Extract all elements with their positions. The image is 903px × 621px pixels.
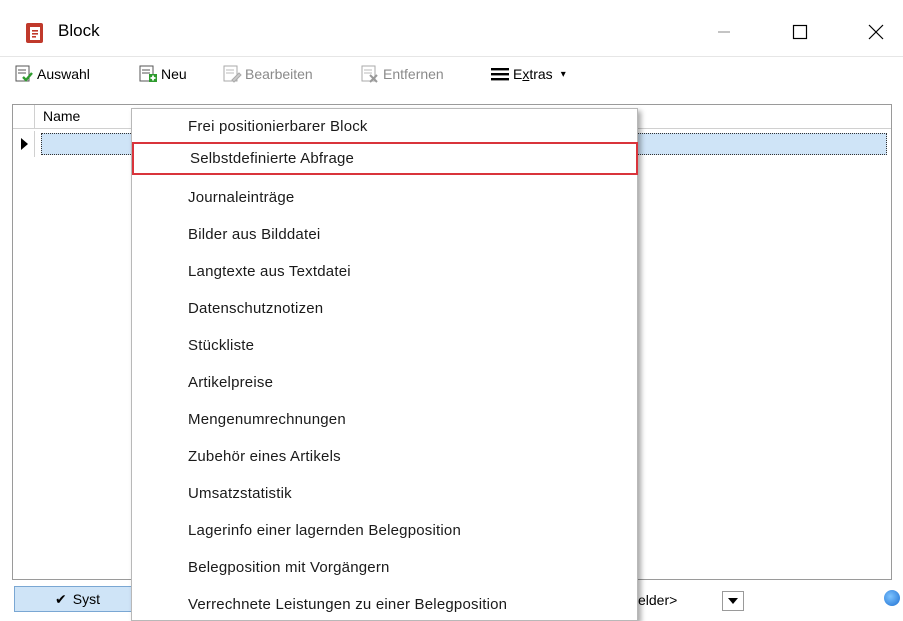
row-selector-header [13, 105, 35, 129]
menu-item-journaleintraege[interactable]: Journaleinträge [132, 181, 637, 214]
extras-menu-button[interactable]: Extras ▾ [490, 63, 566, 85]
auswahl-button[interactable]: Auswahl [14, 63, 90, 85]
menu-item-lagerinfo[interactable]: Lagerinfo einer lagernden Belegposition [132, 514, 637, 547]
menu-item-bilder-aus-bilddatei[interactable]: Bilder aus Bilddatei [132, 218, 637, 251]
block-app-icon [24, 22, 46, 44]
maximize-icon [792, 24, 808, 40]
row-indicator [13, 131, 35, 157]
window-title: Block [58, 21, 100, 40]
menu-item-langtexte-aus-textdatei[interactable]: Langtexte aus Textdatei [132, 255, 637, 288]
menu-item-verrechnete-leistungen[interactable]: Verrechnete Leistungen zu einer Belegpos… [132, 588, 637, 621]
system-filter-label: Syst [72, 591, 100, 607]
neu-label: Neu [161, 66, 187, 82]
bearbeiten-label: Bearbeiten [245, 66, 313, 82]
edit-icon [222, 64, 242, 84]
close-icon [868, 24, 884, 40]
delete-icon [360, 64, 380, 84]
select-check-icon [14, 64, 34, 84]
minimize-icon [718, 31, 730, 33]
current-row-arrow-icon [21, 138, 28, 150]
extras-label: Extras [513, 66, 553, 82]
title-bar: Block [0, 8, 903, 56]
felder-label: elder> [638, 592, 678, 608]
menu-item-selbstdefinierte-abfrage[interactable]: Selbstdefinierte Abfrage [132, 142, 638, 175]
entfernen-label: Entfernen [383, 66, 444, 82]
menu-item-frei-positionierbarer-block[interactable]: Frei positionierbarer Block [132, 110, 637, 143]
close-button[interactable] [848, 8, 903, 56]
hamburger-menu-icon [490, 64, 510, 84]
extras-dropdown-menu: Frei positionierbarer Block Selbstdefini… [131, 108, 638, 621]
menu-item-datenschutznotizen[interactable]: Datenschutznotizen [132, 292, 637, 325]
menu-item-zubehoer-eines-artikels[interactable]: Zubehör eines Artikels [132, 440, 637, 473]
menu-item-mengenumrechnungen[interactable]: Mengenumrechnungen [132, 403, 637, 436]
dropdown-arrow-icon [728, 598, 738, 604]
maximize-button[interactable] [772, 8, 828, 56]
auswahl-label: Auswahl [37, 66, 90, 82]
block-window: Block Auswahl Neu Bearbeiten Entfernen E… [0, 0, 903, 621]
menu-item-umsatzstatistik[interactable]: Umsatzstatistik [132, 477, 637, 510]
bearbeiten-button[interactable]: Bearbeiten [222, 63, 313, 85]
felder-dropdown[interactable] [722, 591, 744, 611]
menu-item-belegposition-mit-vorgaengern[interactable]: Belegposition mit Vorgängern [132, 551, 637, 584]
menu-item-stueckliste[interactable]: Stückliste [132, 329, 637, 362]
entfernen-button[interactable]: Entfernen [360, 63, 444, 85]
check-icon: ✔ [55, 590, 67, 607]
chevron-down-icon: ▾ [560, 68, 566, 80]
column-header-name[interactable]: Name [43, 108, 80, 124]
globe-icon[interactable] [884, 590, 900, 606]
neu-button[interactable]: Neu [138, 63, 187, 85]
menu-item-artikelpreise[interactable]: Artikelpreise [132, 366, 637, 399]
minimize-button[interactable] [696, 8, 752, 56]
new-add-icon [138, 64, 158, 84]
toolbar: Auswahl Neu Bearbeiten Entfernen Extras … [0, 56, 903, 88]
